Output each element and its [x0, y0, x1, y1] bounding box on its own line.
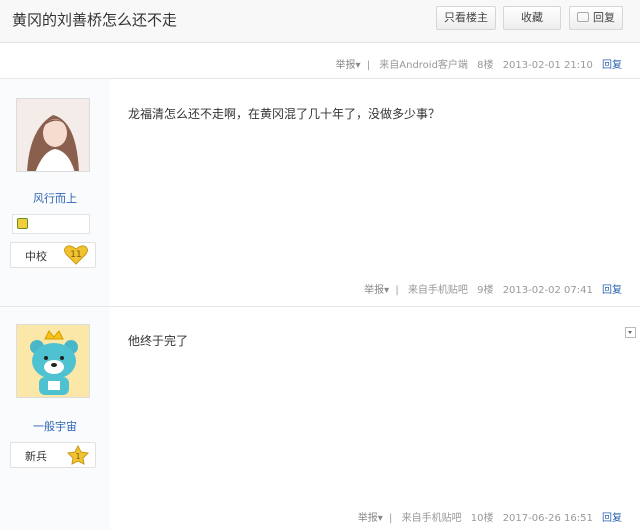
badge-bar	[12, 214, 90, 234]
reply-icon	[577, 12, 589, 22]
reply-link[interactable]: 回复	[602, 60, 622, 71]
floor-number: 10楼	[470, 513, 494, 524]
post-time: 2017-06-26 16:51	[502, 513, 593, 524]
floor-number: 8楼	[477, 60, 494, 71]
post-tail-10: 举报▾ | 来自手机贴吧 10楼 2017-06-26 16:51 回复	[346, 509, 622, 524]
post-source: 来自Android客户端	[379, 60, 468, 71]
avatar[interactable]	[16, 98, 90, 172]
report-link[interactable]: 举报▾	[358, 285, 389, 296]
level-heart-icon: 11	[64, 245, 88, 265]
badge-icon	[17, 218, 28, 229]
level-star-icon: 1	[67, 445, 89, 465]
post-source: 来自手机贴吧	[401, 513, 462, 524]
username[interactable]: 风行而上	[0, 190, 110, 206]
reply-link[interactable]: 回复	[602, 513, 622, 524]
reply-button-label: 回复	[593, 11, 615, 24]
post-source: 来自手机贴吧	[407, 285, 468, 296]
rank-badge: 新兵 1	[10, 442, 96, 468]
thread-title: 黄冈的刘善桥怎么还不走	[12, 11, 178, 29]
post-tail-8: 举报▾ | 来自Android客户端 8楼 2013-02-01 21:10 回…	[323, 56, 622, 71]
post-tail-9: 举报▾ | 来自手机贴吧 9楼 2013-02-02 07:41 回复	[352, 281, 622, 296]
floor-number: 9楼	[477, 285, 494, 296]
rank-badge: 中校 11	[10, 242, 96, 268]
only-louzhu-button[interactable]: 只看楼主	[436, 6, 496, 30]
post-time: 2013-02-02 07:41	[502, 285, 593, 296]
rank-name: 新兵	[25, 450, 47, 463]
rank-name: 中校	[25, 250, 47, 263]
reply-button[interactable]: 回复	[569, 6, 623, 30]
username[interactable]: 一般宇宙	[0, 418, 110, 434]
thread-header: 黄冈的刘善桥怎么还不走 只看楼主 收藏 回复	[0, 0, 640, 43]
level-number: 11	[70, 250, 81, 260]
report-link[interactable]: 举报▾	[352, 513, 383, 524]
collapse-icon[interactable]	[625, 327, 636, 338]
level-number: 1	[75, 452, 80, 461]
post-time: 2013-02-01 21:10	[502, 60, 593, 71]
avatar[interactable]	[16, 324, 90, 398]
reply-link[interactable]: 回复	[602, 285, 622, 296]
post-content: 他终于完了	[128, 334, 189, 348]
post-content: 龙福清怎么还不走啊，在黄冈混了几十年了，没做多少事？	[128, 107, 441, 121]
collect-button[interactable]: 收藏	[503, 6, 561, 30]
report-link[interactable]: 举报▾	[329, 60, 360, 71]
